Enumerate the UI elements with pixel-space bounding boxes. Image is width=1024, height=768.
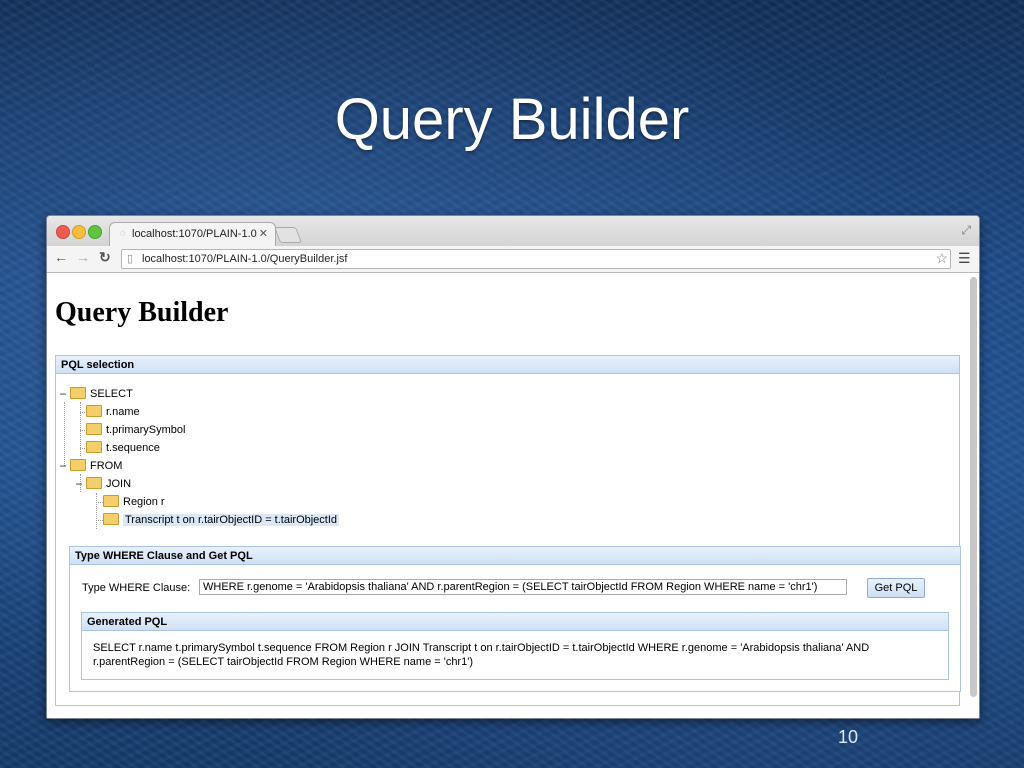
browser-tab[interactable]: ◌ localhost:1070/PLAIN-1.0/Q ✕ [109, 222, 276, 247]
address-bar[interactable]: ▯ localhost:1070/PLAIN-1.0/QueryBuilder.… [121, 249, 951, 269]
tree-node-from[interactable]: − FROM [59, 458, 122, 474]
page-title: Query Builder [55, 297, 229, 328]
collapse-icon[interactable]: − [58, 386, 68, 402]
tab-title: localhost:1070/PLAIN-1.0/Q [132, 228, 257, 240]
page-icon: ▯ [127, 253, 134, 265]
window-close-button[interactable] [56, 225, 70, 239]
folder-icon [86, 477, 102, 490]
slide-number: 10 [838, 727, 859, 747]
where-clause-header: Type WHERE Clause and Get PQL [70, 547, 960, 565]
folder-icon [70, 459, 86, 472]
where-clause-input[interactable] [199, 579, 847, 595]
where-clause-panel: Type WHERE Clause and Get PQL Type WHERE… [69, 546, 961, 692]
tree-node[interactable]: Region r [103, 494, 165, 510]
resize-icon[interactable]: ⤢ [961, 223, 971, 238]
tree-node[interactable]: t.sequence [86, 440, 160, 456]
tab-strip: ◌ localhost:1070/PLAIN-1.0/Q ✕ ⤢ [47, 216, 979, 247]
browser-window: ◌ localhost:1070/PLAIN-1.0/Q ✕ ⤢ ← → ↻ ▯… [46, 215, 980, 719]
star-icon[interactable]: ☆ [935, 250, 948, 267]
new-tab-button[interactable] [274, 227, 302, 243]
scrollbar[interactable] [970, 277, 977, 697]
tree-node-select[interactable]: − SELECT [59, 386, 132, 402]
reload-icon[interactable]: ↻ [99, 249, 111, 266]
forward-arrow-icon[interactable]: → [76, 249, 90, 265]
tree-node[interactable]: r.name [86, 404, 140, 420]
page-viewport: Query Builder PQL selection − SELECT r.n… [47, 273, 979, 718]
slide-title: Query Builder [334, 87, 690, 152]
where-clause-label: Type WHERE Clause: [82, 582, 191, 594]
folder-icon [86, 441, 102, 454]
window-zoom-button[interactable] [88, 225, 102, 239]
tree-node-join[interactable]: − JOIN [75, 476, 131, 492]
generated-pql-panel: Generated PQL SELECT r.name t.primarySym… [81, 612, 949, 680]
back-arrow-icon[interactable]: ← [54, 249, 68, 265]
window-minimize-button[interactable] [72, 225, 86, 239]
generated-pql-header: Generated PQL [82, 613, 948, 631]
folder-icon [103, 513, 119, 526]
collapse-icon[interactable]: − [74, 476, 84, 492]
url-text: localhost:1070/PLAIN-1.0/QueryBuilder.js… [142, 253, 348, 265]
folder-icon [70, 387, 86, 400]
menu-icon[interactable]: ☰ [958, 250, 971, 267]
tree-node[interactable]: t.primarySymbol [86, 422, 185, 438]
generated-pql-text: SELECT r.name t.primarySymbol t.sequence… [93, 642, 870, 668]
folder-icon [103, 495, 119, 508]
collapse-icon[interactable]: − [58, 458, 68, 474]
tree-node-selected[interactable]: Transcript t on r.tairObjectID = t.tairO… [103, 512, 340, 528]
pql-selection-panel: PQL selection − SELECT r.name t.primaryS… [55, 355, 961, 706]
pql-selection-header: PQL selection [56, 356, 959, 374]
folder-icon [86, 423, 102, 436]
folder-icon [86, 405, 102, 418]
browser-toolbar: ← → ↻ ▯ localhost:1070/PLAIN-1.0/QueryBu… [47, 246, 979, 273]
page-icon: ◌ [120, 228, 126, 238]
close-icon[interactable]: ✕ [259, 227, 268, 240]
get-pql-button[interactable]: Get PQL [867, 578, 925, 598]
